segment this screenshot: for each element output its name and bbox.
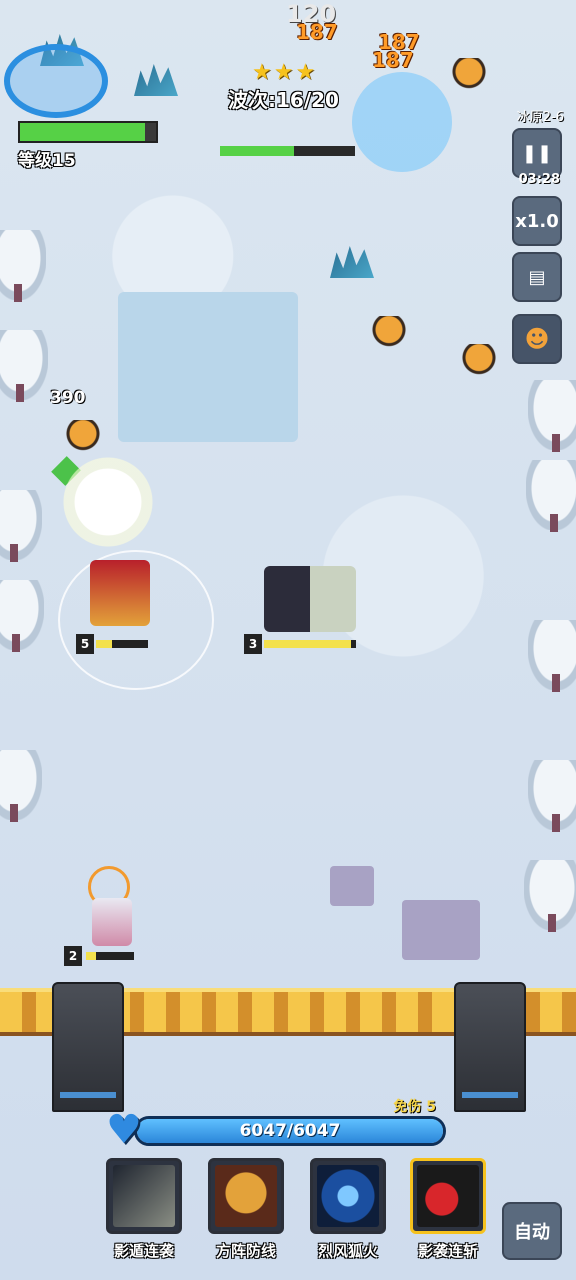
hero-level-badge: 3 xyxy=(244,634,262,654)
hero-spartan[interactable] xyxy=(90,560,150,626)
guard-tower-right xyxy=(454,982,526,1112)
skill-label-3: 烈风狐火 xyxy=(317,1242,378,1260)
skill-label-4: 影袭连斩 xyxy=(417,1242,478,1260)
miner-enemy xyxy=(66,420,100,454)
right-tree-line xyxy=(524,0,576,1280)
summon-portal xyxy=(4,44,108,118)
boss-preview-button[interactable]: ☻ xyxy=(512,314,562,364)
guard-tower-left xyxy=(52,982,124,1112)
damage-reduction-label: 免伤 5 xyxy=(393,1099,436,1115)
stage-label: 冰原2-6 xyxy=(516,110,564,125)
stage-stars: ★★★ xyxy=(252,60,318,85)
level-progress-bar xyxy=(18,121,158,143)
damage-number: 187 xyxy=(296,20,338,44)
hero-hp-bar xyxy=(264,640,356,648)
heart-icon: ♥ xyxy=(106,1107,142,1153)
whirlwind-icon xyxy=(317,1165,379,1227)
helmet-icon xyxy=(215,1165,277,1227)
attack-flash xyxy=(56,450,160,554)
speed-button[interactable]: x1.0 xyxy=(512,196,562,246)
skill-button-2[interactable] xyxy=(208,1158,284,1234)
damage-number: 187 xyxy=(372,48,414,72)
hero-level-badge: 5 xyxy=(76,634,94,654)
pause-button[interactable]: ❚❚ xyxy=(512,128,562,178)
miner-enemy xyxy=(462,344,496,378)
hero-fox-girl[interactable] xyxy=(92,898,132,946)
scroll-icon xyxy=(113,1165,175,1227)
miner-enemy xyxy=(452,58,486,92)
pause-icon: ❚❚ xyxy=(521,142,553,164)
log-button[interactable]: ▤ xyxy=(512,252,562,302)
ground-tile xyxy=(330,866,374,906)
miner-enemy xyxy=(372,316,406,350)
hero-hp-bar xyxy=(96,640,148,648)
ground-tile xyxy=(402,900,480,960)
hero-duo[interactable] xyxy=(264,566,356,632)
ice-patch xyxy=(118,292,298,442)
slash-icon xyxy=(417,1165,479,1227)
level-label: 等级15 xyxy=(18,151,76,171)
frost-aura xyxy=(352,72,452,172)
wave-counter: 波次:16/20 xyxy=(228,88,339,112)
skill-label-1: 影遁连袭 xyxy=(113,1242,174,1260)
left-tree-line xyxy=(0,0,48,1280)
hero-level-badge: 2 xyxy=(64,946,82,966)
skill-button-1[interactable] xyxy=(106,1158,182,1234)
hero-hp-bar xyxy=(86,952,134,960)
ice-crystal-enemy xyxy=(134,64,178,96)
auto-battle-button[interactable]: 自动 xyxy=(502,1202,562,1260)
skill-button-3[interactable] xyxy=(310,1158,386,1234)
document-icon: ▤ xyxy=(528,266,546,288)
base-hp-text: 6047/6047 xyxy=(239,1121,341,1141)
skill-label-2: 方阵防线 xyxy=(215,1242,276,1260)
skill-button-4[interactable] xyxy=(410,1158,486,1234)
ice-crystal-enemy xyxy=(330,246,374,278)
coin-counter: 390 xyxy=(50,388,86,408)
battle-timer: 03:28 xyxy=(518,172,560,187)
wave-progress-bar xyxy=(220,146,355,156)
monster-face-icon: ☻ xyxy=(524,325,550,353)
